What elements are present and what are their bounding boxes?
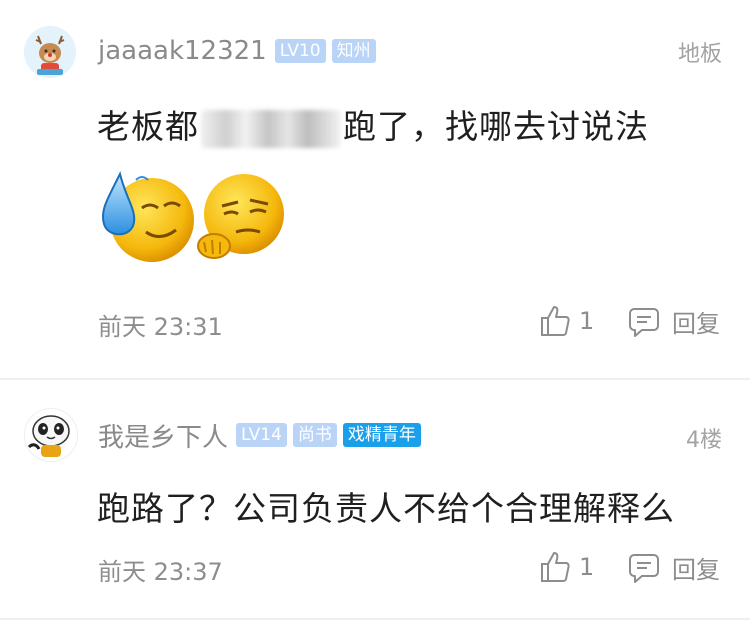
floor-label: 地板	[677, 42, 722, 67]
redacted-text	[201, 109, 341, 148]
like-count: 1	[579, 553, 595, 581]
thumbs-up-icon	[541, 306, 570, 336]
avatar[interactable]	[24, 408, 78, 462]
smirk-wave-emoji	[192, 170, 292, 268]
comment-text: 跑路了？公司负责人不给个合理解释么	[97, 489, 675, 528]
comment-header: 我是乡下人 LV14 尚书 戏精青年	[98, 420, 421, 453]
level-badge: LV14	[236, 423, 287, 447]
title-badge: 知州	[331, 39, 376, 63]
comment-text-part: 跑了，找哪去讨说法	[343, 107, 649, 146]
comment-time: 前天 23:31	[98, 313, 223, 341]
comment-time: 前天 23:37	[98, 558, 223, 586]
username[interactable]: jaaaak12321	[98, 36, 267, 66]
thumbs-up-icon	[541, 552, 570, 582]
comment-text-part: 老板都	[97, 107, 199, 146]
like-button[interactable]: 1	[539, 550, 594, 584]
reply-button[interactable]: 回复	[628, 304, 720, 339]
comment-bubble-icon	[629, 307, 659, 337]
reindeer-avatar-icon	[24, 26, 76, 78]
level-badge: LV10	[274, 39, 326, 63]
comment-text: 老板都 跑了，找哪去讨说法	[97, 100, 649, 148]
sweat-smile-emoji	[98, 168, 196, 268]
comment-item: jaaaak12321 LV10 知州 地板 老板都 跑了，找哪去讨说法 前天 …	[0, 0, 750, 380]
reply-label: 回复	[672, 310, 720, 338]
avatar[interactable]	[24, 26, 76, 78]
floor-label: 4楼	[686, 428, 722, 453]
like-count: 1	[579, 307, 595, 335]
username[interactable]: 我是乡下人	[98, 417, 228, 454]
comment-header: jaaaak12321 LV10 知州	[98, 36, 376, 66]
comment-item: 我是乡下人 LV14 尚书 戏精青年 4楼 跑路了？公司负责人不给个合理解释么 …	[0, 380, 750, 620]
honor-badge: 戏精青年	[342, 423, 421, 447]
title-badge: 尚书	[292, 423, 337, 447]
reply-label: 回复	[672, 556, 720, 584]
panda-avatar-icon	[25, 409, 77, 461]
comment-bubble-icon	[629, 553, 659, 583]
like-button[interactable]: 1	[539, 304, 594, 338]
reply-button[interactable]: 回复	[628, 550, 720, 585]
divider	[0, 618, 750, 620]
